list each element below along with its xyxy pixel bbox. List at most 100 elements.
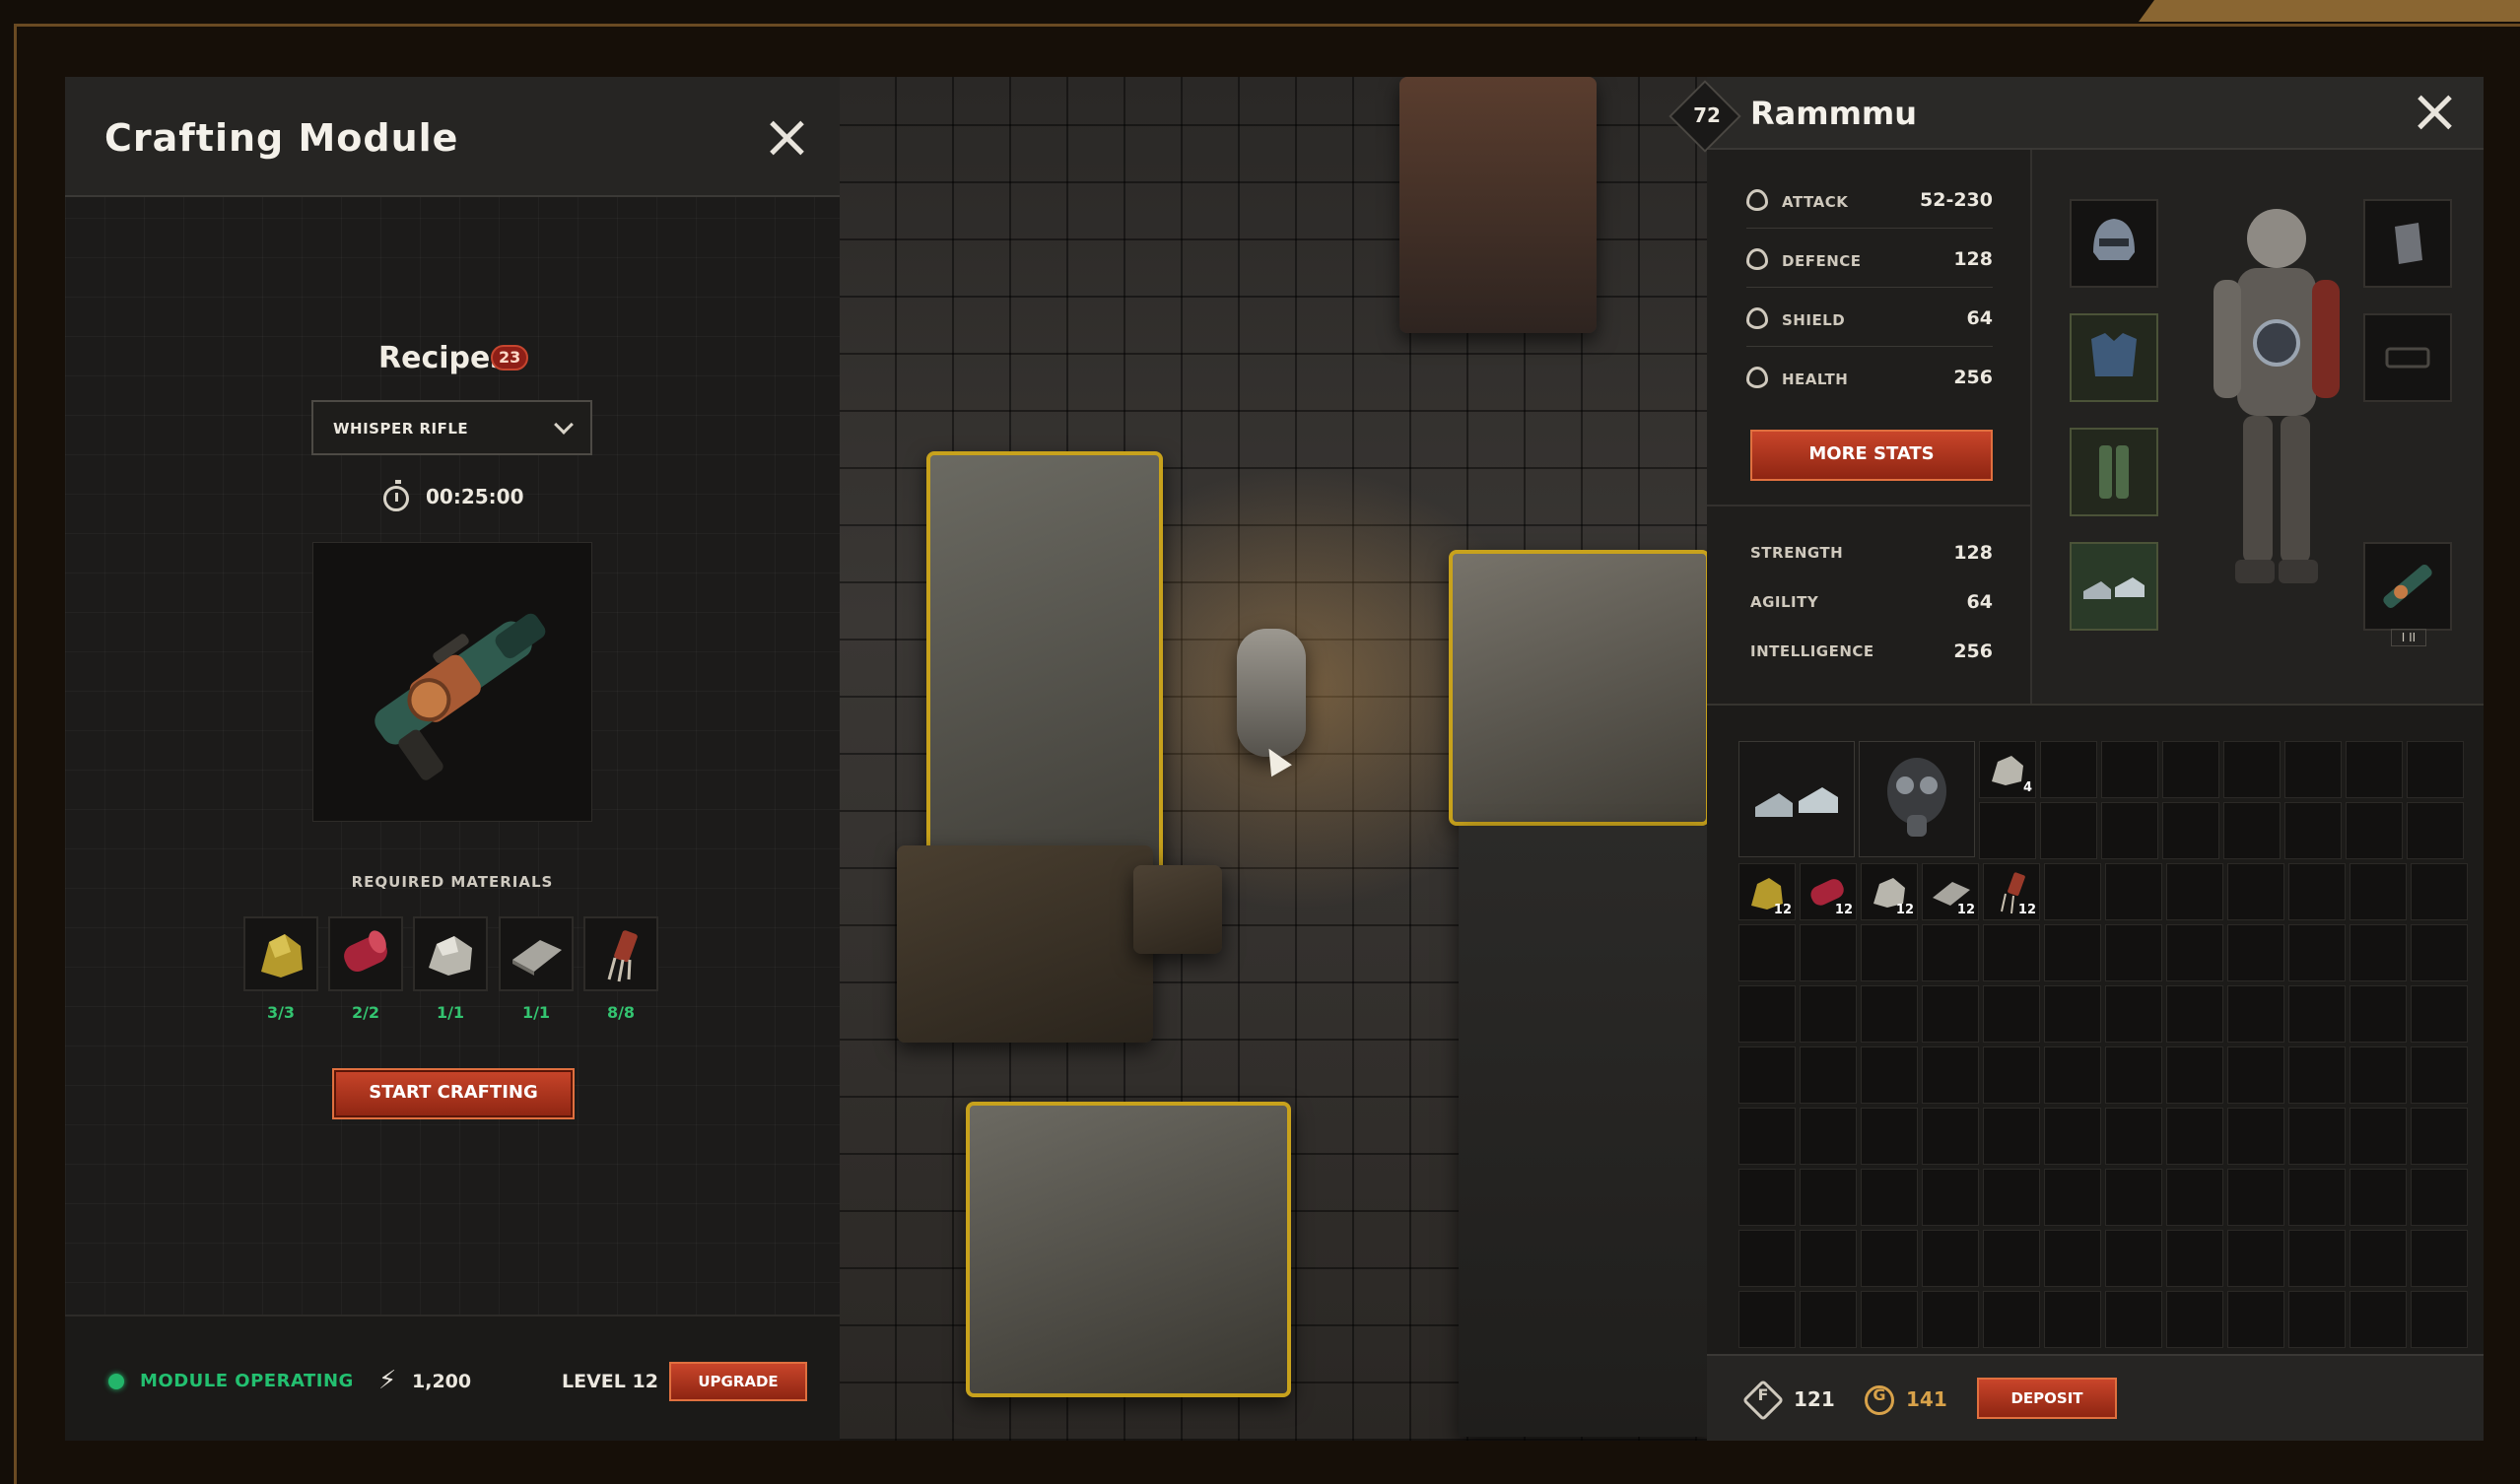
inventory-slot[interactable] [2288,1046,2346,1104]
inventory-slot[interactable] [2346,802,2403,859]
inventory-item-silver-ore[interactable]: 12 [1861,863,1918,920]
material-slot-gold-ore[interactable] [243,916,318,991]
material-slot-red-cloth[interactable] [328,916,403,991]
inventory-slot[interactable] [2288,1230,2346,1287]
inventory-slot[interactable] [1738,1108,1796,1165]
inventory-slot[interactable] [2162,741,2219,798]
game-scene[interactable] [838,77,1710,1441]
weapon-set-toggle[interactable]: I II [2391,629,2426,646]
inventory-slot[interactable] [1983,1169,2040,1226]
close-icon[interactable] [767,118,806,158]
inventory-slot[interactable] [2166,863,2223,920]
inventory-slot[interactable] [1800,1046,1857,1104]
inventory-slot[interactable] [1800,985,1857,1043]
inventory-slot[interactable] [2411,1291,2468,1348]
inventory-slot[interactable] [1979,802,2036,859]
inventory-slot[interactable] [2346,741,2403,798]
inventory-slot[interactable] [2407,802,2464,859]
equip-slot-belt[interactable] [2363,313,2452,402]
inventory-slot[interactable] [2227,1169,2284,1226]
inventory-slot[interactable] [2101,802,2158,859]
inventory-slot[interactable] [1922,924,1979,981]
inventory-slot[interactable] [2223,741,2281,798]
inventory-slot[interactable] [2288,863,2346,920]
inventory-slot[interactable] [1983,924,2040,981]
inventory-slot[interactable] [1800,1169,1857,1226]
inventory-slot[interactable] [1800,1291,1857,1348]
inventory-slot[interactable] [2288,985,2346,1043]
inventory-slot[interactable] [1922,1046,1979,1104]
inventory-slot[interactable] [2105,863,2162,920]
inventory-slot[interactable] [1983,1291,2040,1348]
equip-slot-legs[interactable] [2070,428,2158,516]
inventory-slot[interactable] [2350,1169,2407,1226]
inventory-slot[interactable] [2044,985,2101,1043]
inventory-slot[interactable] [2411,1169,2468,1226]
inventory-slot[interactable] [2040,802,2097,859]
inventory-slot[interactable] [2044,1291,2101,1348]
recipe-select[interactable]: WHISPER RIFLE [311,400,592,455]
equip-slot-helmet[interactable] [2070,199,2158,288]
inventory-slot[interactable] [2105,1046,2162,1104]
inventory-slot[interactable] [1922,1169,1979,1226]
inventory-slot[interactable] [2044,863,2101,920]
inventory-slot[interactable] [1800,1230,1857,1287]
inventory-slot[interactable] [1738,924,1796,981]
inventory-slot[interactable] [2105,1230,2162,1287]
inventory-slot[interactable] [2227,1046,2284,1104]
inventory-slot[interactable] [1800,924,1857,981]
inventory-slot[interactable] [1922,985,1979,1043]
inventory-slot[interactable] [1861,924,1918,981]
inventory-slot[interactable] [1983,985,2040,1043]
inventory-slot[interactable] [2044,1230,2101,1287]
inventory-slot[interactable] [2166,985,2223,1043]
inventory-slot[interactable] [2040,741,2097,798]
inventory-slot[interactable] [1738,1291,1796,1348]
inventory-slot[interactable] [1800,1108,1857,1165]
inventory-slot[interactable] [2350,924,2407,981]
equip-slot-weapon[interactable] [2363,542,2452,631]
inventory-slot[interactable] [1983,1230,2040,1287]
inventory-slot[interactable] [1983,1108,2040,1165]
inventory-slot[interactable] [2227,1291,2284,1348]
inventory-slot[interactable] [2227,924,2284,981]
material-slot-silver-ore[interactable] [413,916,488,991]
inventory-slot[interactable] [2105,1108,2162,1165]
inventory-slot[interactable] [2350,863,2407,920]
inventory-slot[interactable] [1738,1169,1796,1226]
start-crafting-button[interactable]: START CRAFTING [332,1068,575,1119]
inventory-slot[interactable] [1861,1046,1918,1104]
inventory-slot[interactable] [1738,1046,1796,1104]
inventory-item-metal-plate[interactable]: 12 [1922,863,1979,920]
material-slot-metal-plate[interactable] [499,916,574,991]
inventory-slot[interactable] [1861,1291,1918,1348]
inventory-slot[interactable] [2288,1108,2346,1165]
inventory-slot[interactable] [2166,1169,2223,1226]
inventory-slot[interactable] [2288,924,2346,981]
inventory-slot[interactable] [2101,741,2158,798]
inventory-slot[interactable] [2105,1169,2162,1226]
more-stats-button[interactable]: MORE STATS [1750,430,1993,481]
inventory-slot[interactable] [2166,1230,2223,1287]
inventory-slot[interactable] [1983,1046,2040,1104]
inventory-slot[interactable] [2284,741,2342,798]
equip-slot-chest[interactable] [2070,313,2158,402]
inventory-slot[interactable] [2166,1108,2223,1165]
inventory-slot[interactable] [2105,924,2162,981]
inventory-slot[interactable] [2411,1046,2468,1104]
inventory-slot[interactable] [2166,1291,2223,1348]
inventory-slot[interactable] [2227,1230,2284,1287]
inventory-slot[interactable] [1861,1108,1918,1165]
inventory-slot[interactable] [2411,1108,2468,1165]
inventory-item-wire[interactable]: 12 [1983,863,2040,920]
equip-slot-boots[interactable] [2070,542,2158,631]
inventory-item-gold-ore[interactable]: 12 [1738,863,1796,920]
inventory-slot[interactable] [1922,1230,1979,1287]
inventory-slot[interactable] [1922,1108,1979,1165]
inventory-item-boots[interactable] [1738,741,1855,857]
inventory-slot[interactable] [2162,802,2219,859]
equip-slot-gloves[interactable] [2363,199,2452,288]
inventory-slot[interactable] [2411,985,2468,1043]
inventory-slot[interactable] [2044,924,2101,981]
inventory-slot[interactable] [2227,863,2284,920]
